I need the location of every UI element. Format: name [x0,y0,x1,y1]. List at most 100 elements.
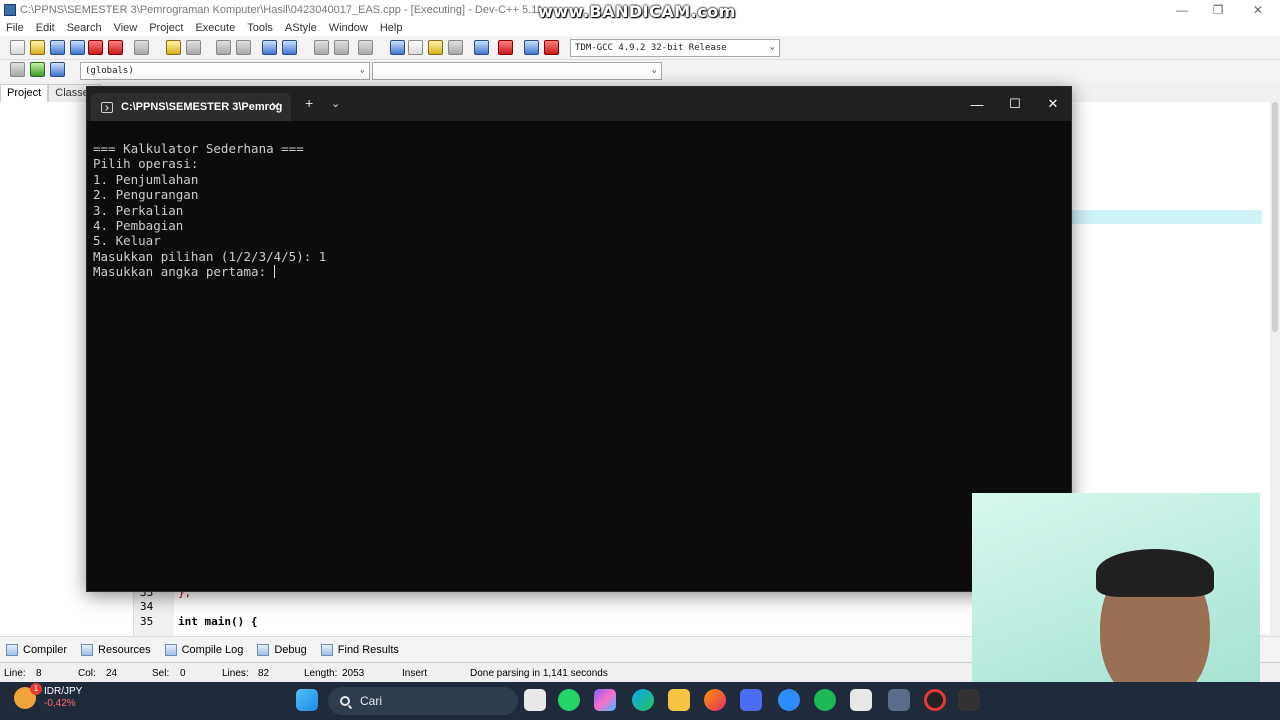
editor-scrollbar[interactable] [1272,102,1278,332]
close-all-icon[interactable] [108,40,123,55]
terminal-close-button[interactable]: ✕ [1033,87,1073,121]
indent-icon[interactable] [314,40,329,55]
check-syntax-icon[interactable] [474,40,489,55]
goto-icon[interactable] [30,62,45,77]
ticker-name: IDR/JPY [44,686,83,697]
debug-icon[interactable] [544,40,559,55]
notification-badge: 1 [30,683,42,695]
taskbar-search-box[interactable]: Cari [328,687,518,715]
new-tab-icon[interactable]: + [305,95,313,111]
terminal-window: C:\PPNS\SEMESTER 3\Pemrog ✕ + ⌄ — ☐ ✕ ==… [86,86,1072,592]
edge-icon[interactable] [632,689,654,711]
tab-debug[interactable]: Debug [257,643,307,656]
store-icon[interactable] [850,689,872,711]
tab-resources-label: Resources [98,643,151,656]
ticker-icon: 1 [14,683,42,709]
ticker-change: -0,42% [44,698,76,709]
bandicam-record-icon[interactable] [924,689,946,711]
profile-chart-icon[interactable] [524,40,539,55]
terminal-prompt: Masukkan angka pertama: [93,264,274,280]
bookmark-list-icon[interactable] [50,62,65,77]
function-select[interactable]: ⌄ [372,62,662,80]
bookmark-icon[interactable] [282,40,297,55]
menu-help[interactable]: Help [380,22,403,34]
ide-window-title: C:\PPNS\SEMESTER 3\Pemrograman Komputer\… [20,4,543,16]
code-editor-bottom-area[interactable]: 33 }; 34 35 int main() { [134,586,974,636]
ide-maximize-button[interactable]: ❐ [1200,0,1236,20]
save-icon[interactable] [50,40,65,55]
grid-icon[interactable] [448,40,463,55]
status-lines-label: Lines: [222,668,249,679]
terminal-maximize-button[interactable]: ☐ [995,87,1035,121]
tab-find-results[interactable]: Find Results [320,643,399,656]
stop-execution-icon[interactable] [498,40,513,55]
insert-icon[interactable] [10,62,25,77]
firefox-icon[interactable] [704,689,726,711]
file-explorer-icon[interactable] [668,689,690,711]
spotify-icon[interactable] [814,689,836,711]
terminal-input-line[interactable]: Masukkan angka pertama: [93,264,1063,279]
menu-search[interactable]: Search [67,22,102,34]
undo-icon[interactable] [166,40,181,55]
terminal-output[interactable]: === Kalkulator Sederhana === Pilih opera… [93,141,1063,280]
menu-astyle[interactable]: AStyle [285,22,317,34]
menu-window[interactable]: Window [329,22,368,34]
menu-tools[interactable]: Tools [247,22,273,34]
unindent-icon[interactable] [334,40,349,55]
status-line-label: Line: [4,668,26,679]
terminal-tab-title: C:\PPNS\SEMESTER 3\Pemrog [121,101,283,113]
toggle-comment-icon[interactable] [358,40,373,55]
goto-line-icon[interactable] [262,40,277,55]
terminal-minimize-button[interactable]: — [957,87,997,121]
scope-select-value: (globals) [85,66,134,76]
close-tab-icon[interactable]: ✕ [270,99,281,115]
ticker-widget[interactable]: 1 IDR/JPY -0,42% [14,683,83,710]
find-icon [320,643,333,656]
open-file-icon[interactable] [30,40,45,55]
copilot-icon[interactable] [594,689,616,711]
menu-edit[interactable]: Edit [36,22,55,34]
terminal-line: 2. Pengurangan [93,187,199,203]
print-icon[interactable] [134,40,149,55]
redo-icon[interactable] [186,40,201,55]
fullscreen-icon[interactable] [408,40,423,55]
replace-icon[interactable] [236,40,251,55]
terminal-line: 3. Perkalian [93,202,184,218]
chevron-down-icon: ⌄ [769,42,775,52]
start-menu-icon[interactable] [296,689,318,711]
menu-execute[interactable]: Execute [195,22,235,34]
menu-view[interactable]: View [114,22,138,34]
webcam-overlay [972,493,1260,708]
new-project-icon[interactable] [390,40,405,55]
whatsapp-icon[interactable] [558,689,580,711]
chevron-down-icon[interactable]: ⌄ [331,97,340,110]
save-all-icon[interactable] [70,40,85,55]
terminal-line: Masukkan pilihan (1/2/3/4/5): 1 [93,248,327,264]
menu-file[interactable]: File [6,22,24,34]
menu-bar: File Edit Search View Project Execute To… [0,20,1280,36]
status-length-value: 2053 [342,668,365,679]
tab-resources[interactable]: Resources [81,643,151,656]
vscode-icon[interactable] [740,689,762,711]
ide-minimize-button[interactable]: — [1164,0,1200,20]
scope-select[interactable]: (globals) ⌄ [80,62,370,80]
text-cursor [273,265,275,279]
terminal-tab[interactable]: C:\PPNS\SEMESTER 3\Pemrog ✕ [91,93,291,121]
ide-close-button[interactable]: ✕ [1240,0,1276,20]
tab-compile-log[interactable]: Compile Log [164,643,243,656]
task-view-icon[interactable] [524,689,546,711]
terminal-icon [101,101,113,113]
tab-project[interactable]: Project [0,84,49,102]
person-hair [1096,549,1214,597]
compiler-select[interactable]: TDM-GCC 4.9.2 32-bit Release ⌄ [570,39,780,57]
zoom-icon[interactable] [778,689,800,711]
devcpp-taskbar-icon[interactable] [888,689,910,711]
terminal-line: Pilih operasi: [93,156,199,172]
tab-compiler[interactable]: Compiler [6,643,67,656]
close-file-icon[interactable] [88,40,103,55]
new-file-icon[interactable] [10,40,25,55]
window-icon[interactable] [428,40,443,55]
terminal-taskbar-icon[interactable] [958,689,980,711]
find-icon[interactable] [216,40,231,55]
menu-project[interactable]: Project [149,22,183,34]
